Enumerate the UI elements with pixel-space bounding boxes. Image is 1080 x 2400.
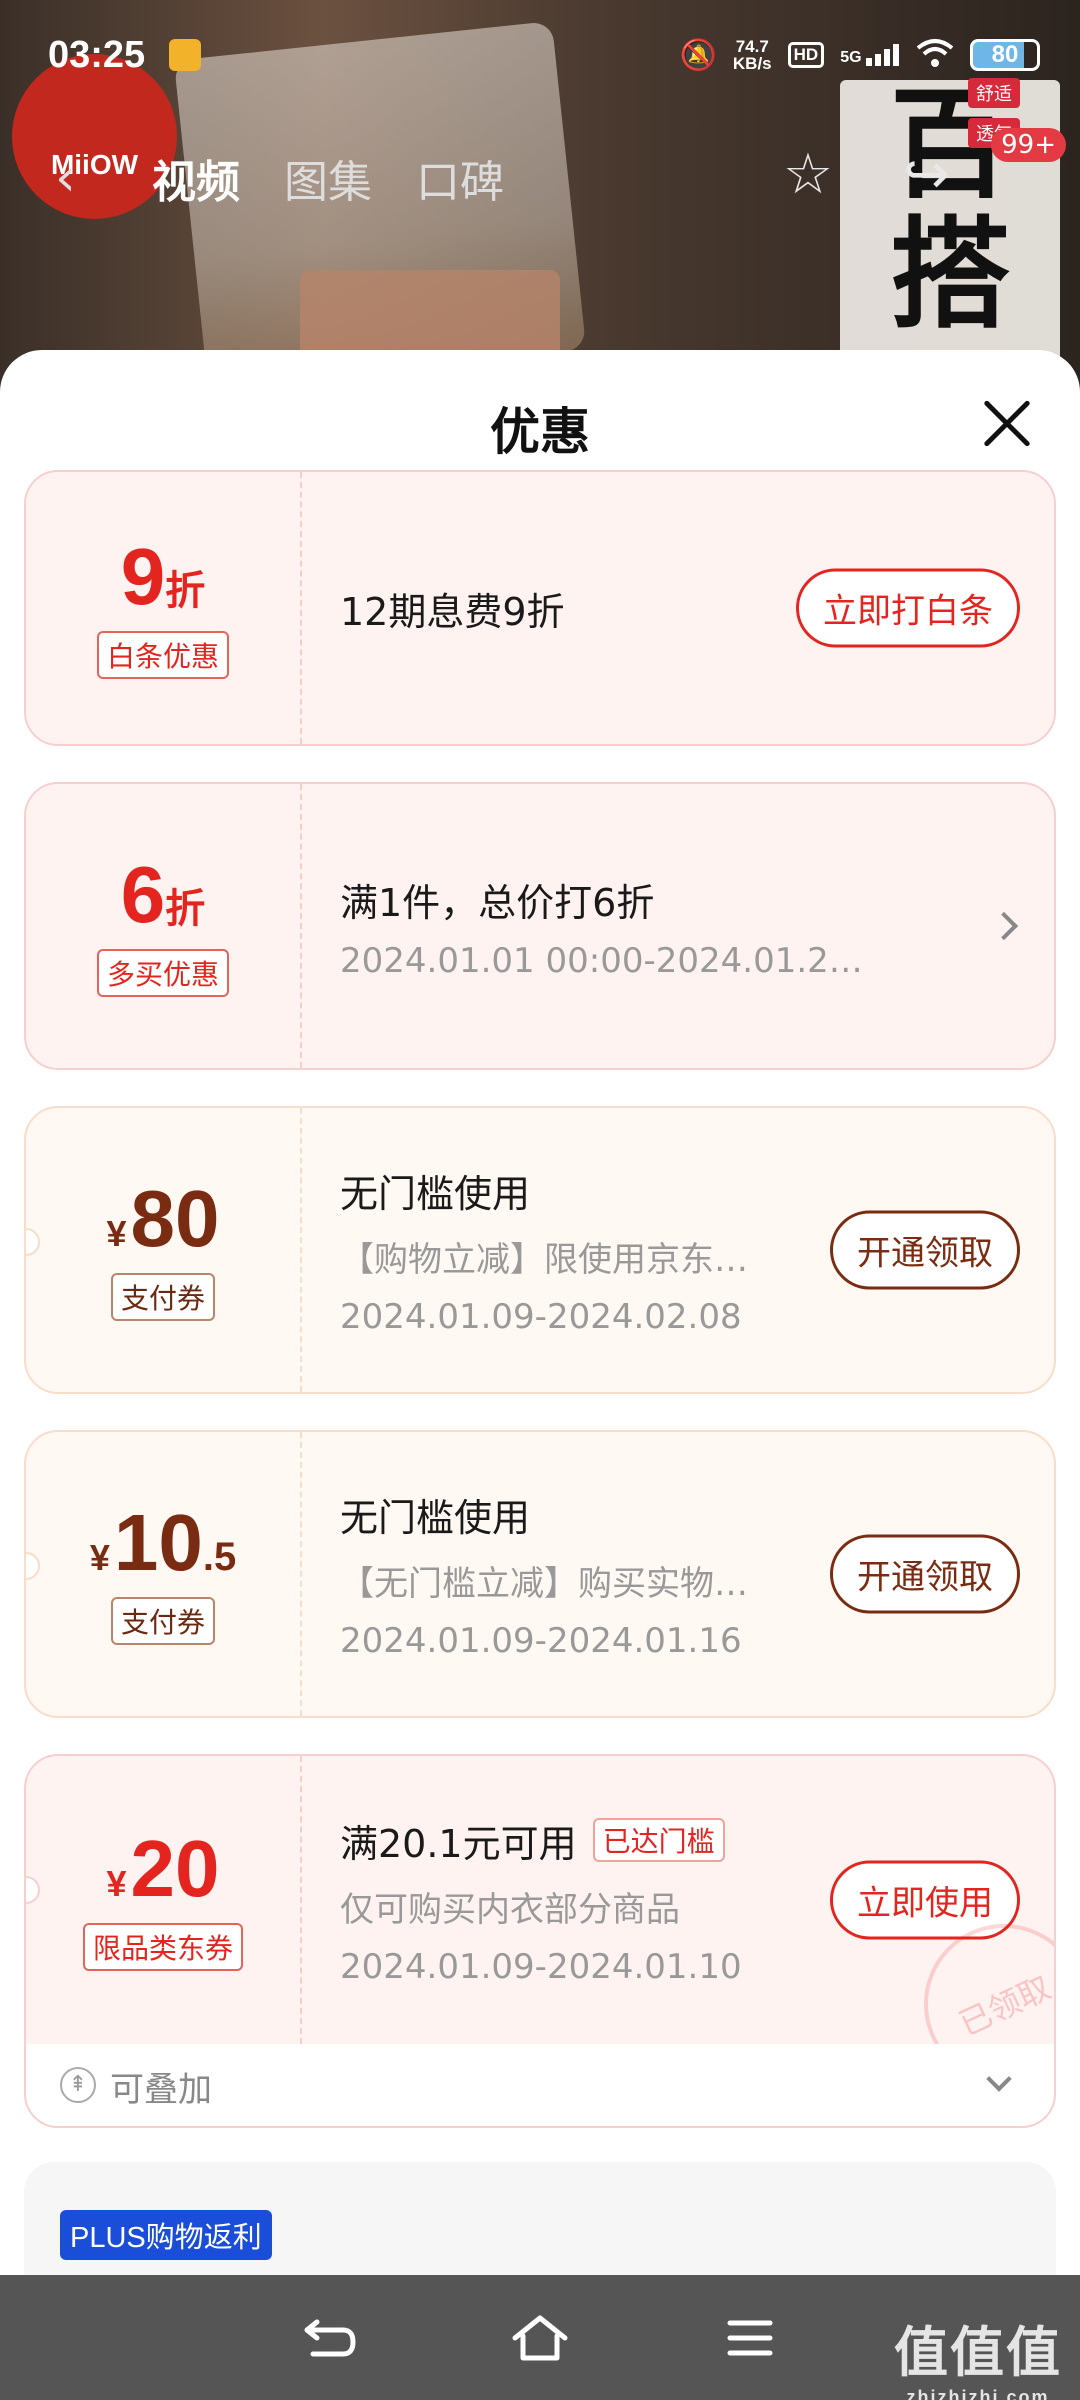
offer-value-decimal: .5 bbox=[202, 1535, 237, 1579]
signal-type: 5G bbox=[840, 48, 862, 66]
offer-tag: 支付券 bbox=[110, 1597, 215, 1645]
offer-value-number: 9 bbox=[120, 532, 166, 621]
plus-rebate-section: PLUS购物返利 bbox=[24, 2162, 1056, 2275]
offer-currency: ¥ bbox=[89, 1537, 110, 1578]
offer-value: 6折 bbox=[121, 855, 206, 935]
menu-icon[interactable] bbox=[720, 2308, 780, 2368]
back-icon[interactable] bbox=[300, 2308, 360, 2368]
favorite-star-icon[interactable]: ☆ bbox=[783, 142, 833, 207]
notification-app-icon bbox=[169, 39, 202, 71]
offer-card-pay-coupon-80: ¥80 支付券 无门槛使用 【购物立减】限使用京东… 2024.01.09-20… bbox=[24, 1106, 1056, 1394]
offer-title-text: 满20.1元可用 bbox=[340, 1822, 577, 1866]
offer-validity: 2024.01.09-2024.01.10 bbox=[340, 1947, 742, 1987]
offer-value-area: ¥20 限品类东券 bbox=[26, 1756, 302, 2044]
hd-badge: HD bbox=[787, 42, 825, 68]
wifi-icon bbox=[916, 38, 954, 73]
share-icon[interactable]: ↪ bbox=[903, 142, 950, 207]
network-speed: 74.7 KB/s bbox=[733, 38, 772, 72]
home-icon[interactable] bbox=[510, 2308, 570, 2368]
offer-card-multi-buy[interactable]: 6折 多买优惠 满1件，总价打6折 2024.01.01 00:00-2024.… bbox=[24, 782, 1056, 1070]
offer-value-area: 9折 白条优惠 bbox=[26, 472, 302, 744]
offer-title: 满1件，总价打6折 bbox=[340, 880, 655, 925]
use-baitiao-button[interactable]: 立即打白条 bbox=[796, 568, 1020, 648]
offer-currency: ¥ bbox=[106, 1213, 127, 1254]
offer-card-baitiao: 9折 白条优惠 12期息费9折 立即打白条 bbox=[24, 470, 1056, 746]
offer-currency: ¥ bbox=[106, 1863, 127, 1904]
stackable-label: 可叠加 bbox=[110, 2070, 212, 2110]
site-watermark: 值值值 zhizhizhi.com bbox=[894, 2308, 1062, 2400]
battery-icon: 80 bbox=[970, 39, 1040, 71]
offer-value-unit: 折 bbox=[165, 887, 206, 931]
offer-validity: 2024.01.09-2024.01.16 bbox=[340, 1621, 742, 1661]
offer-value-number: 80 bbox=[130, 1174, 220, 1263]
offer-tag: 多买优惠 bbox=[96, 949, 229, 997]
product-tabs: 视频 图集 口碑 bbox=[152, 146, 504, 210]
tab-video[interactable]: 视频 bbox=[152, 146, 240, 210]
stack-icon: ⇞ bbox=[60, 2067, 96, 2103]
offer-tag: 白条优惠 bbox=[96, 631, 229, 679]
offer-validity: 2024.01.09-2024.02.08 bbox=[340, 1297, 742, 1337]
offer-tag: 支付券 bbox=[110, 1273, 215, 1321]
offer-card-category-coupon-20: ¥20 限品类东券 满20.1元可用 已达门槛 仅可购买内衣部分商品 2024.0… bbox=[24, 1754, 1056, 2044]
activate-claim-button[interactable]: 开通领取 bbox=[830, 1534, 1020, 1614]
offer-value-number: 20 bbox=[130, 1824, 220, 1913]
product-nav: ‹ 视频 图集 口碑 ☆ ↪ bbox=[0, 130, 1080, 220]
offer-value-area: ¥80 支付券 bbox=[26, 1108, 302, 1392]
offer-value-number: 6 bbox=[120, 850, 166, 939]
offer-tag: 限品类东券 bbox=[82, 1923, 243, 1971]
back-arrow-icon[interactable]: ‹ bbox=[55, 148, 76, 208]
offer-value-number: 10 bbox=[113, 1498, 203, 1587]
offers-sheet: 优惠 9折 白条优惠 12期息费9折 立即打白条 6折 多买优惠 满1件，总价打… bbox=[0, 350, 1080, 2275]
plus-rebate-badge: PLUS购物返利 bbox=[60, 2210, 272, 2260]
offer-value-area: ¥10.5 支付券 bbox=[26, 1432, 302, 1716]
activate-claim-button[interactable]: 开通领取 bbox=[830, 1210, 1020, 1290]
offer-value: ¥80 bbox=[106, 1179, 219, 1259]
offer-details: 满1件，总价打6折 2024.01.01 00:00-2024.01.2… bbox=[340, 784, 1014, 1068]
chevron-down-icon[interactable] bbox=[986, 2066, 1012, 2092]
threshold-reached-badge: 已达门槛 bbox=[592, 1818, 725, 1862]
stackable-row[interactable]: ⇞ 可叠加 bbox=[24, 2044, 1056, 2128]
offer-card-pay-coupon-10-5: ¥10.5 支付券 无门槛使用 【无门槛立减】购买实物… 2024.01.09-… bbox=[24, 1430, 1056, 1718]
offer-value-unit: 折 bbox=[165, 569, 206, 613]
offer-validity: 2024.01.01 00:00-2024.01.2… bbox=[340, 940, 863, 981]
network-speed-unit: KB/s bbox=[732, 54, 772, 73]
signal-icon: 5G bbox=[840, 43, 900, 67]
offer-value: 9折 bbox=[121, 537, 206, 617]
watermark-site: zhizhizhi.com bbox=[906, 2387, 1050, 2400]
tab-gallery[interactable]: 图集 bbox=[284, 146, 372, 210]
watermark-logo: 值值值 bbox=[894, 2321, 1062, 2384]
mute-bell-icon: 🔕 bbox=[679, 38, 717, 72]
offer-value-area: 6折 多买优惠 bbox=[26, 784, 302, 1068]
close-icon[interactable] bbox=[980, 398, 1030, 448]
poster-title: 百搭 bbox=[840, 80, 1060, 370]
product-actions: ☆ ↪ bbox=[783, 142, 950, 207]
sheet-title: 优惠 bbox=[490, 403, 590, 461]
tab-reviews[interactable]: 口碑 bbox=[416, 146, 504, 210]
offer-value: ¥20 bbox=[106, 1829, 219, 1909]
status-time: 03:25 bbox=[48, 33, 146, 76]
offer-value: ¥10.5 bbox=[90, 1503, 236, 1583]
status-bar: 03:25 🔕 74.7 KB/s HD 5G 80 bbox=[0, 0, 1080, 110]
